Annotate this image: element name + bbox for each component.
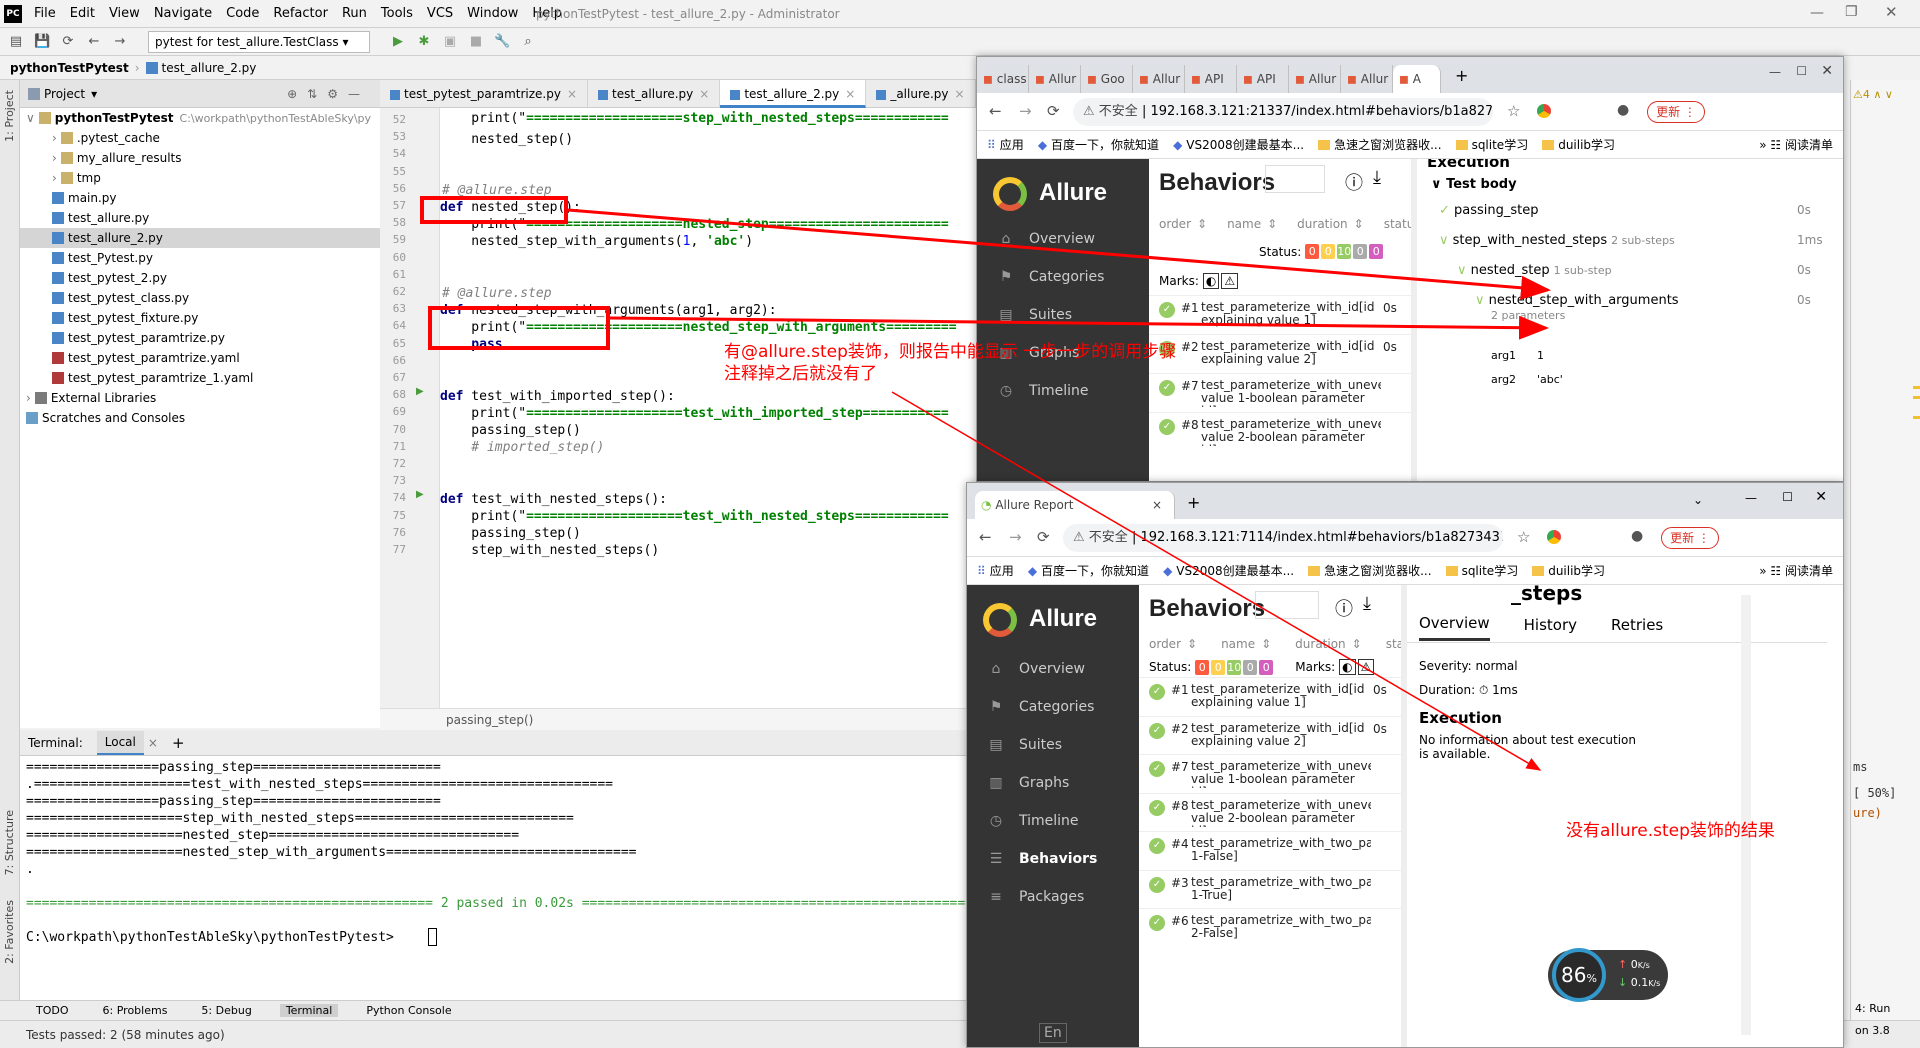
network-speed-widget: 86% ↑ 0K/s ↓ 0.1K/s xyxy=(1548,948,1668,1002)
arrow-to-nested-args xyxy=(609,315,1549,340)
arrow-to-no-info xyxy=(891,391,1542,771)
annotation-arrows xyxy=(567,208,1551,771)
memory-gauge: 86% xyxy=(1552,948,1606,1002)
arrow-to-nested-step xyxy=(567,208,1551,300)
